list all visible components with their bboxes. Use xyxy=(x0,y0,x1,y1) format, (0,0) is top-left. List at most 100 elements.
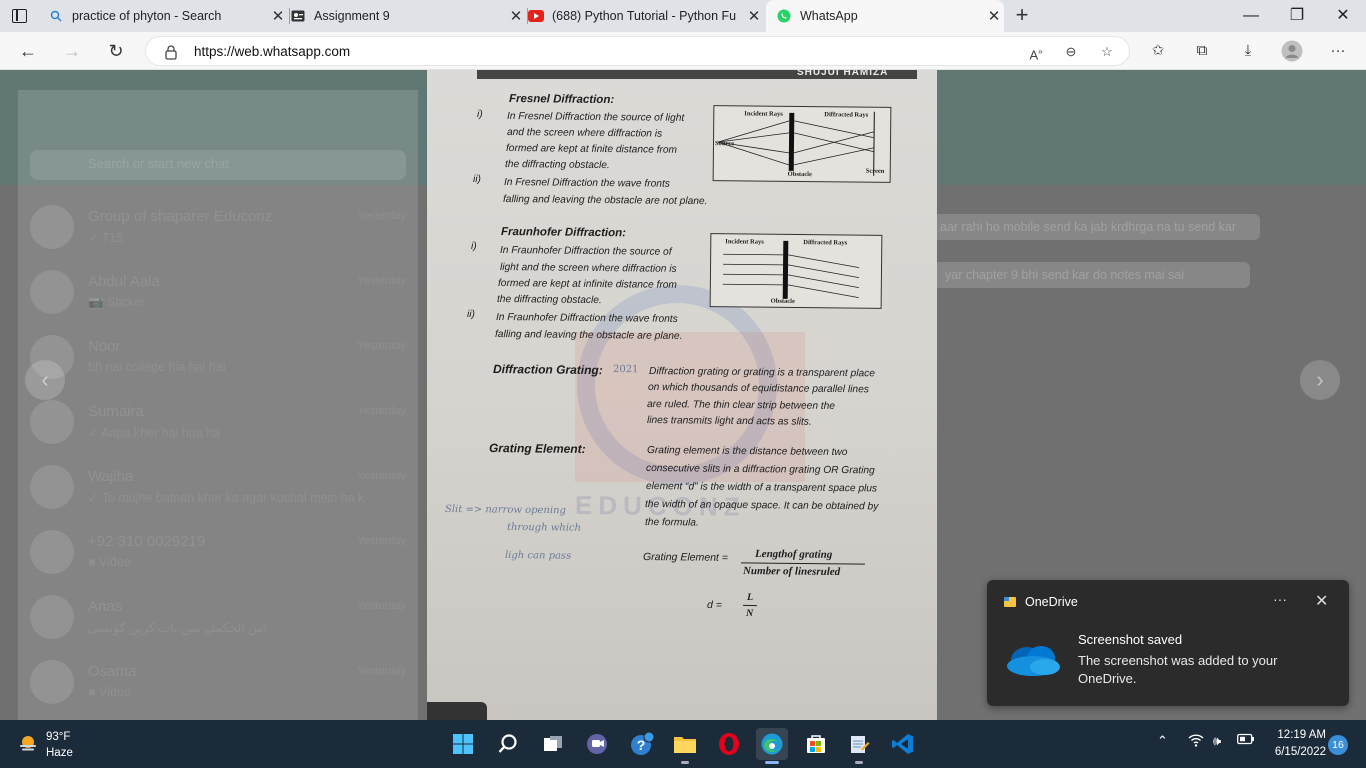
wifi-icon[interactable] xyxy=(1188,733,1204,750)
chat-list-item[interactable]: Osama ■ Video Yesterday xyxy=(18,650,418,715)
notepad-icon xyxy=(851,736,870,753)
grating-line: lines transmits light and acts as slits. xyxy=(646,415,812,428)
chat-list-item[interactable]: Anas اس الحکمتے میں بات کریں کونسی Yeste… xyxy=(18,585,418,650)
fresnel-line: and the screen where diffraction is xyxy=(506,127,663,140)
chat-last-message: ✓ To mujhe batnah kher ka agar kuchal me… xyxy=(88,491,365,505)
add-favorite-icon[interactable]: ☆ xyxy=(1096,41,1118,63)
tab-actions-icon[interactable] xyxy=(8,6,30,26)
close-tab-icon[interactable]: ✕ xyxy=(268,7,288,25)
onedrive-app-icon xyxy=(1004,597,1016,607)
list-marker: ii) xyxy=(466,309,475,321)
chat-list-item[interactable]: Group of shaparer Educonz ✓ T15 Yesterda… xyxy=(18,195,418,260)
toast-close-button[interactable]: ✕ xyxy=(1315,591,1328,611)
volume-icon[interactable]: 🕪 xyxy=(1213,733,1221,749)
chat-time: Yesterday xyxy=(357,340,406,352)
chat-name: +92 310 0029219 xyxy=(88,533,206,550)
close-window-button[interactable]: ✕ xyxy=(1320,0,1366,32)
weather-description[interactable]: Haze xyxy=(46,747,73,759)
chat-list-item[interactable]: Noor bh nai college hia hai hai Yesterda… xyxy=(18,325,418,390)
url-text: https://web.whatsapp.com xyxy=(194,44,351,59)
previous-media-button[interactable]: ‹ xyxy=(25,360,65,400)
clock-time[interactable]: 12:19 AM xyxy=(1268,729,1326,741)
chat-time: Yesterday xyxy=(357,275,406,287)
tab-youtube[interactable]: (688) Python Tutorial - Python Fu ✕ xyxy=(528,0,764,32)
grating-heading: Diffraction Grating: xyxy=(492,362,603,378)
chat-list-item[interactable]: Sumaira ✓ Aapa kher hai hua ha Yesterday xyxy=(18,390,418,455)
fraunhofer-line: the diffracting obstacle. xyxy=(496,294,602,307)
running-indicator xyxy=(681,761,689,764)
collections-icon[interactable]: ⧉ xyxy=(1190,40,1214,62)
list-marker: i) xyxy=(476,109,483,121)
back-button[interactable]: ← xyxy=(13,37,43,65)
notepad-button[interactable] xyxy=(843,728,875,764)
tab-assignment[interactable]: Assignment 9 ✕ xyxy=(290,0,526,32)
youtube-icon xyxy=(528,8,544,24)
fraunhofer-diagram: Incident Rays Diffracted Rays Obstacle xyxy=(709,233,883,309)
refresh-button[interactable]: ↻ xyxy=(101,37,131,65)
weather-temperature[interactable]: 93°F xyxy=(46,731,70,743)
task-view-button[interactable] xyxy=(537,728,569,760)
running-indicator xyxy=(765,761,779,764)
close-tab-icon[interactable]: ✕ xyxy=(506,7,526,25)
diagram-label: Incident Rays xyxy=(725,238,764,246)
minimize-button[interactable]: — xyxy=(1228,0,1274,32)
toast-body: The screenshot was added to your OneDriv… xyxy=(1078,653,1278,686)
diagram-label: Source xyxy=(714,140,735,148)
lock-icon xyxy=(165,45,177,60)
edge-button[interactable] xyxy=(756,728,788,764)
chat-name: Group of shaparer Educonz xyxy=(88,208,273,225)
photo-edge xyxy=(427,702,487,720)
favorites-icon[interactable]: ✩ xyxy=(1146,40,1170,62)
tab-bing-search[interactable]: practice of phyton - Search ✕ xyxy=(48,0,288,32)
tab-whatsapp[interactable]: WhatsApp ✕ xyxy=(766,0,1004,32)
toast-more-options[interactable]: ··· xyxy=(1273,591,1287,607)
onedrive-cloud-icon xyxy=(1007,646,1060,676)
clock-date[interactable]: 6/15/2022 xyxy=(1262,746,1326,758)
chat-icon xyxy=(587,734,607,754)
settings-more-icon[interactable]: ··· xyxy=(1326,40,1350,62)
battery-icon[interactable] xyxy=(1237,733,1255,748)
close-tab-icon[interactable]: ✕ xyxy=(984,7,1004,25)
onedrive-notification[interactable]: OneDrive ··· ✕ Screenshot saved The scre… xyxy=(987,580,1349,706)
fraction-bar xyxy=(742,604,758,607)
teams-chat-button[interactable] xyxy=(581,728,613,760)
fraunhofer-line: light and the screen where diffraction i… xyxy=(499,262,677,275)
fresnel-line: In Fresnel Diffraction the wave fronts xyxy=(503,177,670,190)
grating-line: are ruled. The thin clear strip between … xyxy=(646,399,836,412)
file-explorer-button[interactable] xyxy=(669,728,701,764)
profile-avatar[interactable] xyxy=(1280,40,1304,62)
list-marker: ii) xyxy=(472,174,481,186)
chat-list: Group of shaparer Educonz ✓ T15 Yesterda… xyxy=(18,195,418,715)
get-help-button[interactable]: ? xyxy=(626,728,658,760)
chat-name: Wajiha xyxy=(88,468,134,485)
zoom-icon[interactable]: ⊖ xyxy=(1060,41,1082,63)
vscode-button[interactable] xyxy=(887,728,919,760)
notification-center-badge[interactable]: 16 xyxy=(1328,735,1348,755)
chat-list-item[interactable]: Abdul Aala 📷 Sticker Yesterday xyxy=(18,260,418,325)
toast-title: Screenshot saved xyxy=(1078,632,1183,647)
new-tab-button[interactable]: + xyxy=(1011,4,1033,26)
running-indicator xyxy=(855,761,863,764)
show-hidden-icons[interactable]: ⌃ xyxy=(1157,733,1168,749)
opera-button[interactable] xyxy=(713,728,745,760)
next-media-button[interactable]: › xyxy=(1300,360,1340,400)
address-bar[interactable]: https://web.whatsapp.com A» ⊖ ☆ xyxy=(145,36,1130,66)
edge-icon xyxy=(761,733,783,755)
close-tab-icon[interactable]: ✕ xyxy=(744,7,764,25)
read-aloud-icon[interactable]: A» xyxy=(1025,41,1047,63)
avatar xyxy=(30,595,74,639)
diagram-label: Obstacle xyxy=(770,297,795,305)
downloads-icon[interactable]: ⤓ xyxy=(1236,40,1260,62)
start-button[interactable] xyxy=(447,728,479,760)
tab-title: Assignment 9 xyxy=(314,9,390,23)
microsoft-store-button[interactable] xyxy=(800,728,832,760)
chat-name: Sumaira xyxy=(88,403,144,420)
diagram-label: Screen xyxy=(865,167,885,175)
chat-list-item[interactable]: +92 310 0029219 ■ Video Yesterday xyxy=(18,520,418,585)
forward-button[interactable]: → xyxy=(57,37,87,65)
chat-list-item[interactable]: Wajiha ✓ To mujhe batnah kher ka agar ku… xyxy=(18,455,418,520)
taskbar-search-button[interactable] xyxy=(492,728,524,760)
restore-button[interactable]: ❐ xyxy=(1274,0,1320,32)
message-text: aar rahi ho mobile send ka jab krdhrga n… xyxy=(940,220,1237,234)
chat-last-message: ■ Video xyxy=(88,555,131,569)
